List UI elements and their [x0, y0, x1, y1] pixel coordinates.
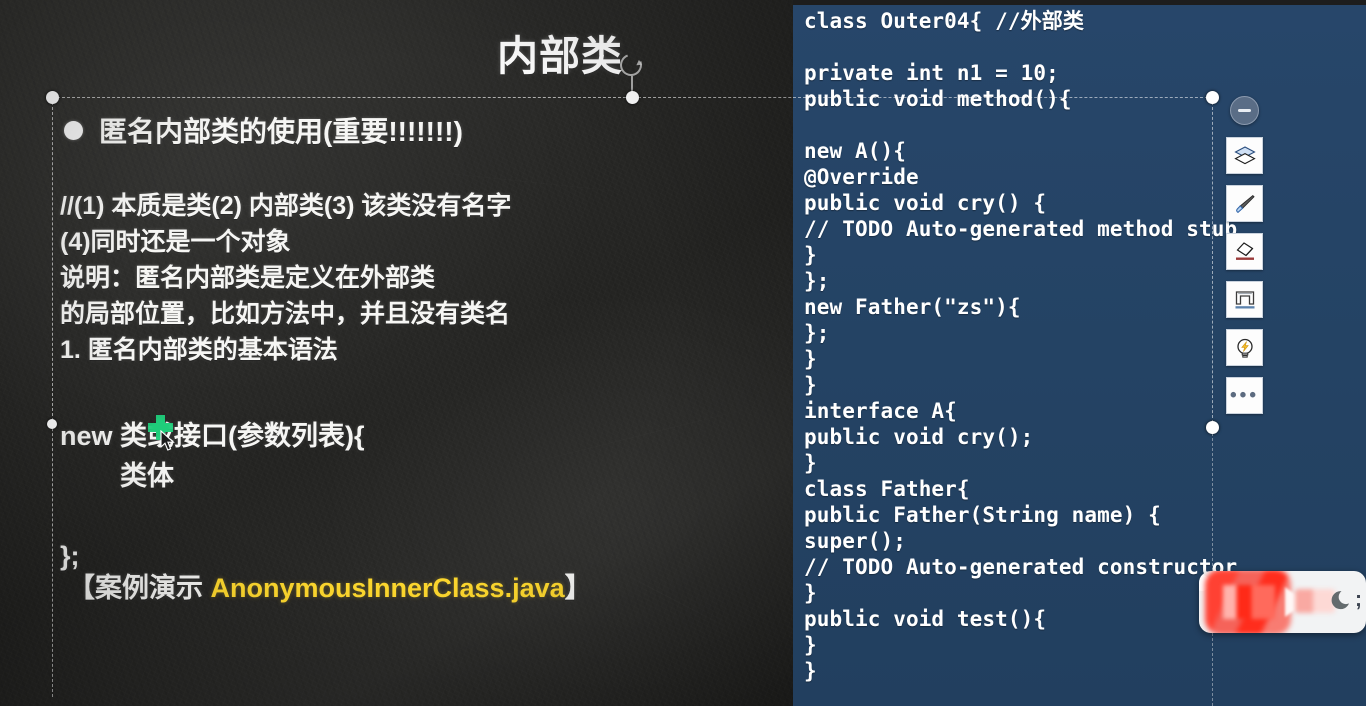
- selection-edge-right: [1212, 97, 1213, 428]
- mouse-cursor-icon: [160, 430, 175, 451]
- selection-handle-top-left[interactable]: [46, 91, 59, 104]
- demo-prefix: 【案例演示: [68, 573, 211, 603]
- screen-root: 内部类 匿名内部类的使用(重要!!!!!!!) //(1) 本质是类(2) 内部…: [0, 0, 1366, 706]
- demo-filename: AnonymousInnerClass.java: [210, 573, 565, 603]
- selection-handle-mid-left[interactable]: [47, 419, 57, 429]
- demo-line: 【案例演示 AnonymousInnerClass.java】: [68, 566, 592, 605]
- more-button[interactable]: •••: [1226, 377, 1263, 414]
- brush-icon: [1235, 194, 1255, 213]
- overlay-blurred-label: [1295, 589, 1335, 613]
- heading-bullet-row: 匿名内部类的使用(重要!!!!!!!): [64, 110, 463, 150]
- collapse-button[interactable]: [1230, 96, 1259, 125]
- eraser-button[interactable]: [1226, 233, 1263, 270]
- pen-button[interactable]: [1226, 185, 1263, 222]
- selection-edge-right-lower: [1212, 428, 1213, 706]
- selection-handle-top-center[interactable]: [626, 91, 639, 104]
- panel-top-strip: [793, 0, 1366, 5]
- shape-button[interactable]: [1226, 281, 1263, 318]
- selection-edge-top-right: [793, 97, 1213, 98]
- presentation-slide[interactable]: 内部类 匿名内部类的使用(重要!!!!!!!) //(1) 本质是类(2) 内部…: [0, 0, 793, 706]
- more-icon: •••: [1230, 384, 1259, 406]
- selection-edge-left: [52, 97, 53, 697]
- lightbulb-icon: [1236, 338, 1253, 358]
- chalk-scratch: [500, 407, 753, 471]
- demo-suffix: 】: [564, 573, 592, 603]
- minus-icon: [1238, 109, 1251, 112]
- page-title: 内部类: [497, 33, 623, 79]
- slide-syntax-text: new 类或接口(参数列表){ 类体 };: [60, 421, 365, 571]
- shape-icon: [1235, 290, 1254, 308]
- floating-overlay-widget[interactable]: ;: [1199, 571, 1366, 633]
- bullet-dot-icon: [64, 120, 83, 140]
- chalk-scratch: [150, 640, 479, 664]
- tool-rail[interactable]: •••: [1226, 96, 1266, 425]
- chalk-scratch: [600, 560, 733, 631]
- ideas-button[interactable]: [1226, 329, 1263, 366]
- recording-logo-inner: [1223, 585, 1275, 619]
- slide-body-text: //(1) 本质是类(2) 内部类(3) 该类没有名字 (4)同时还是一个对象 …: [60, 192, 512, 364]
- selection-edge-top: [52, 97, 793, 98]
- selection-handle-top-right[interactable]: [1206, 91, 1219, 104]
- slide-heading: 匿名内部类的使用(重要!!!!!!!): [99, 116, 463, 147]
- moon-icon[interactable]: [1330, 588, 1354, 612]
- eraser-icon: [1235, 241, 1254, 260]
- layers-icon: [1233, 145, 1256, 164]
- overlay-semicolon: ;: [1355, 588, 1362, 611]
- layers-button[interactable]: [1226, 137, 1263, 174]
